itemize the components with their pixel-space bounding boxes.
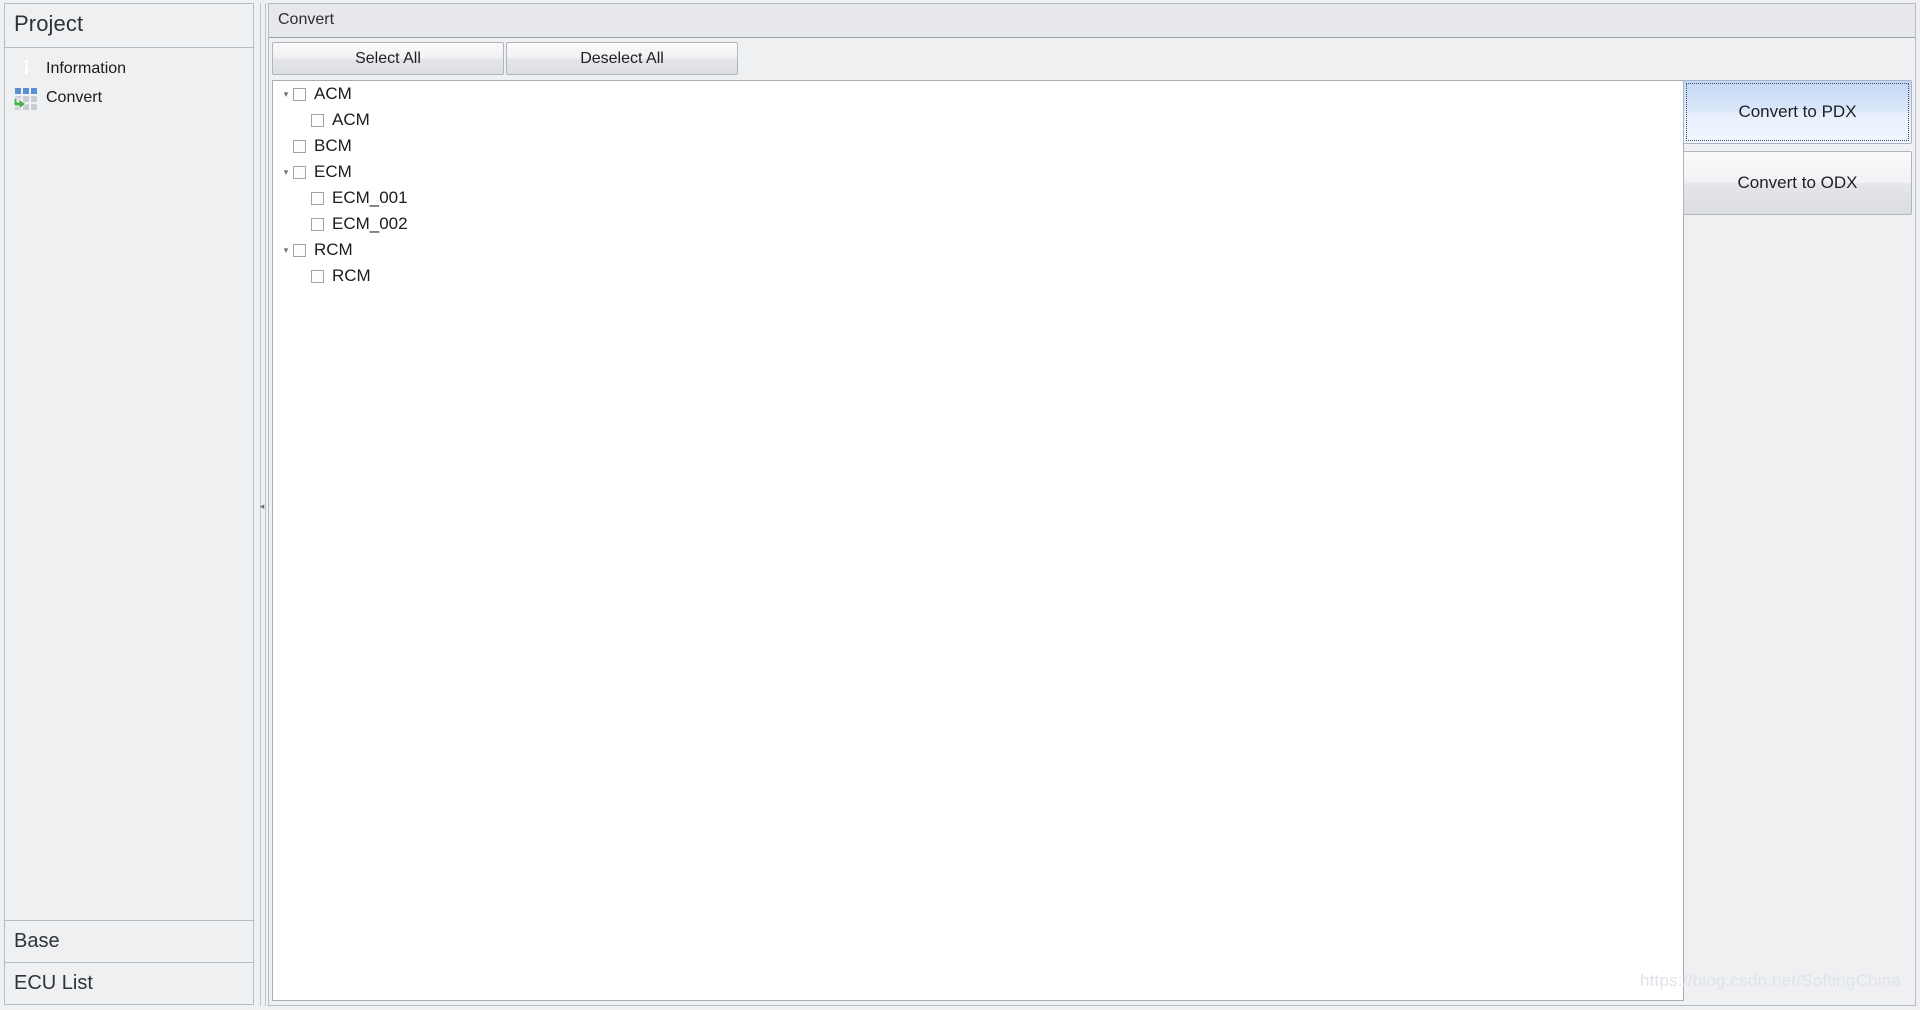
deselect-all-button[interactable]: Deselect All — [506, 42, 738, 75]
tree-node-row[interactable]: ECM_001 — [273, 185, 1683, 211]
select-all-button[interactable]: Select All — [272, 42, 504, 75]
convert-action-panel: Convert to PDX Convert to ODX — [1683, 80, 1912, 222]
tree-node-label: ECM_002 — [332, 214, 408, 233]
tree-node-checkbox[interactable] — [293, 87, 306, 101]
tree-node-checkbox[interactable] — [311, 191, 324, 205]
splitter-collapse-handle[interactable]: ◂ — [258, 500, 266, 512]
tree-node-row[interactable]: ACM — [273, 107, 1683, 133]
tree-node-label: RCM — [314, 240, 353, 259]
tree-node-label: ECM — [314, 162, 352, 181]
tree-node-label: BCM — [314, 136, 352, 155]
chevron-left-icon: ◂ — [259, 500, 265, 511]
sidebar-header-label: Project — [14, 11, 84, 36]
sidebar-header-project: Project — [4, 3, 254, 48]
sidebar-panel-ecu-list[interactable]: ECU List — [4, 963, 254, 1005]
tree-node-checkbox[interactable] — [293, 165, 306, 179]
deselect-all-label: Deselect All — [580, 49, 664, 67]
main-title-bar: Convert — [269, 4, 1915, 38]
sidebar-panel-label: Base — [14, 930, 60, 952]
convert-to-pdx-label: Convert to PDX — [1738, 102, 1857, 121]
tree-node-row[interactable]: BCM — [273, 133, 1683, 159]
sidebar-splitter[interactable]: ◂ — [256, 3, 268, 1006]
ecu-tree-view[interactable]: ▾ ACM ACM BCM ▾ ECM ECM_001 ECM_002 ▾ RCM RCM — [272, 80, 1684, 1001]
tree-node-checkbox[interactable] — [293, 243, 306, 257]
project-sidebar: Project Information Convert Base ECU Lis… — [4, 3, 254, 1006]
tree-node-checkbox[interactable] — [311, 113, 324, 127]
tree-node-checkbox[interactable] — [311, 269, 324, 283]
tree-expand-arrow-icon[interactable]: ▾ — [279, 245, 293, 255]
page-title: Convert — [278, 11, 335, 28]
tree-node-label: ACM — [314, 84, 352, 103]
select-all-label: Select All — [355, 49, 421, 67]
main-content-area: Convert Select All Deselect All ▾ ACM ACM B… — [268, 3, 1916, 1006]
tree-node-checkbox[interactable] — [293, 139, 306, 153]
tree-node-row[interactable]: RCM — [273, 263, 1683, 289]
application-window: Project Information Convert Base ECU Lis… — [0, 0, 1920, 1010]
tree-node-checkbox[interactable] — [311, 217, 324, 231]
convert-grid-icon — [13, 85, 39, 111]
tree-node-label: RCM — [332, 266, 371, 285]
tree-expand-arrow-icon[interactable]: ▾ — [279, 167, 293, 177]
sidebar-panel-base[interactable]: Base — [4, 921, 254, 963]
info-icon — [13, 56, 39, 82]
convert-to-pdx-button[interactable]: Convert to PDX — [1683, 80, 1912, 144]
tree-node-label: ECM_001 — [332, 188, 408, 207]
tree-node-row[interactable]: ▾ ACM — [273, 81, 1683, 107]
tree-node-row[interactable]: ECM_002 — [273, 211, 1683, 237]
tree-toolbar: Select All Deselect All — [272, 42, 738, 75]
tree-node-label: ACM — [332, 110, 370, 129]
sidebar-nav-list: Information Convert — [4, 48, 254, 921]
sidebar-item-convert[interactable]: Convert — [5, 83, 253, 112]
sidebar-panel-label: ECU List — [14, 972, 93, 994]
tree-expand-arrow-icon[interactable]: ▾ — [279, 89, 293, 99]
convert-to-odx-label: Convert to ODX — [1737, 173, 1858, 192]
tree-node-row[interactable]: ▾ ECM — [273, 159, 1683, 185]
tree-node-row[interactable]: ▾ RCM — [273, 237, 1683, 263]
green-arrow-icon — [13, 97, 27, 110]
convert-to-odx-button[interactable]: Convert to ODX — [1683, 151, 1912, 215]
sidebar-item-information[interactable]: Information — [5, 54, 253, 83]
sidebar-item-label: Convert — [46, 88, 103, 106]
sidebar-item-label: Information — [46, 59, 127, 77]
